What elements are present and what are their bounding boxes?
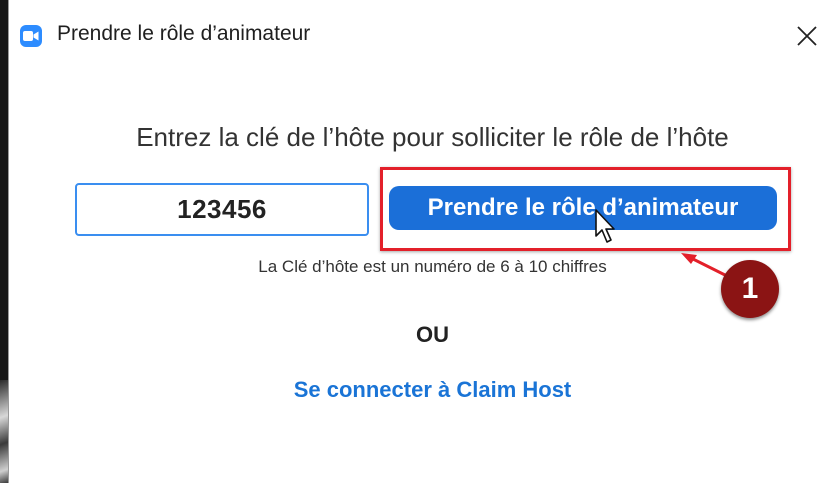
or-separator: OU xyxy=(416,322,449,347)
claim-host-login-link[interactable]: Se connecter à Claim Host xyxy=(9,377,836,403)
annotation-arrow xyxy=(681,253,730,279)
step-number-badge: 1 xyxy=(721,260,779,318)
screenshot-frame: Prendre le rôle d’animateur Entrez la cl… xyxy=(0,0,836,483)
claim-host-dialog: Prendre le rôle d’animateur Entrez la cl… xyxy=(9,0,836,483)
